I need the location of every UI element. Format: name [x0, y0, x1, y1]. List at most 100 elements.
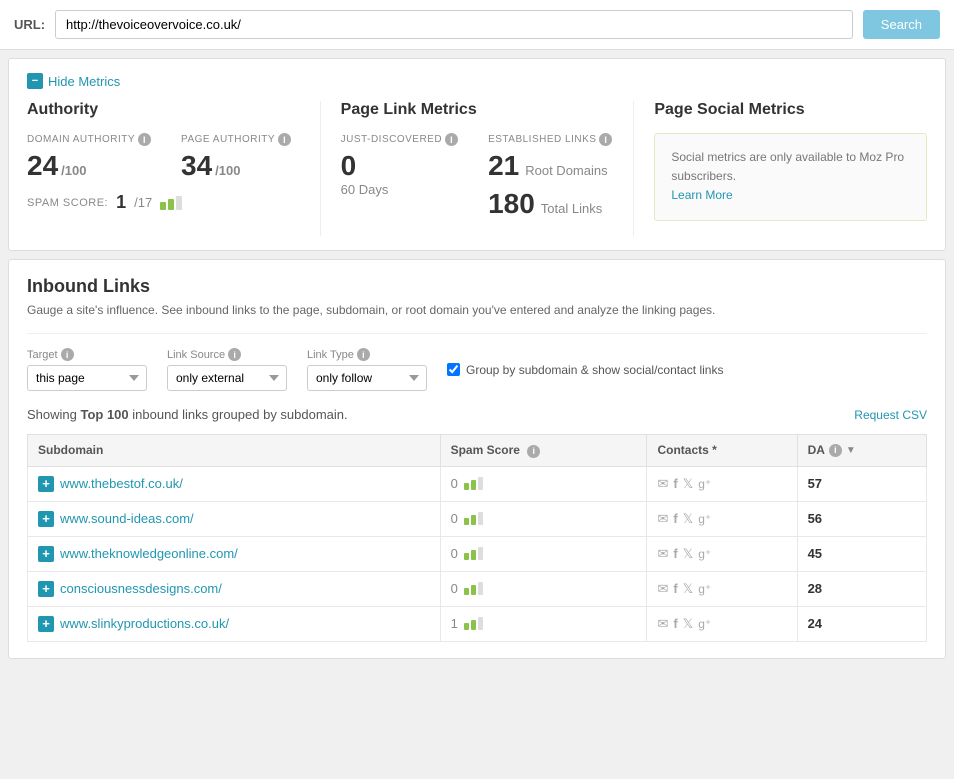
email-icon[interactable]: ✉ [657, 581, 668, 597]
page-social-metrics-title: Page Social Metrics [654, 101, 927, 119]
expand-icon[interactable]: + [38, 546, 54, 562]
target-info-icon[interactable]: i [61, 348, 74, 361]
da-col-info-icon[interactable]: i [829, 444, 842, 457]
mini-bar-1 [464, 588, 469, 595]
minus-icon: − [27, 73, 43, 89]
facebook-icon[interactable]: f [673, 616, 677, 631]
showing-text: Showing Top 100 inbound links grouped by… [27, 407, 348, 422]
page-authority-info-icon[interactable]: i [278, 133, 291, 146]
googleplus-icon[interactable]: g⁺ [698, 582, 711, 596]
email-icon[interactable]: ✉ [657, 511, 668, 527]
da-cell: 24 [797, 606, 926, 641]
expand-icon[interactable]: + [38, 476, 54, 492]
spam-score-cell: 1 [440, 606, 647, 641]
total-links-row: 180 Total Links [488, 188, 612, 220]
facebook-icon[interactable]: f [673, 546, 677, 561]
authority-title: Authority [27, 101, 300, 119]
table-row: + consciousnessdesigns.com/ 0 ✉ f 𝕏 g⁺ 2… [28, 571, 927, 606]
just-discovered-sub: 60 Days [341, 182, 458, 197]
domain-authority-value: 24/100 [27, 150, 151, 182]
subdomain-link[interactable]: www.slinkyproductions.co.uk/ [60, 616, 229, 631]
showing-text-row: Showing Top 100 inbound links grouped by… [27, 407, 927, 422]
inbound-links-panel: Inbound Links Gauge a site's influence. … [8, 259, 946, 659]
email-icon[interactable]: ✉ [657, 546, 668, 562]
googleplus-icon[interactable]: g⁺ [698, 547, 711, 561]
mini-bar-3 [478, 547, 483, 560]
spam-score-col-info-icon[interactable]: i [527, 445, 540, 458]
hide-metrics-button[interactable]: − Hide Metrics [27, 73, 927, 89]
mini-bars [464, 477, 483, 490]
expand-icon[interactable]: + [38, 511, 54, 527]
page-authority: PAGE AUTHORITY i 34/100 [181, 133, 291, 182]
link-metrics-row: JUST-DISCOVERED i 0 60 Days ESTABLISHED … [341, 133, 614, 226]
email-icon[interactable]: ✉ [657, 476, 668, 492]
subdomain-link[interactable]: www.thebestof.co.uk/ [60, 476, 183, 491]
subdomain-link[interactable]: www.sound-ideas.com/ [60, 511, 194, 526]
table-row: + www.slinkyproductions.co.uk/ 1 ✉ f 𝕏 g… [28, 606, 927, 641]
page-authority-label: PAGE AUTHORITY i [181, 133, 291, 146]
domain-authority-info-icon[interactable]: i [138, 133, 151, 146]
spam-score-value: 0 [451, 511, 458, 526]
root-domains-row: 21 Root Domains [488, 150, 612, 182]
mini-bar-2 [471, 480, 476, 490]
da-sort-icon[interactable]: ▼ [846, 445, 856, 456]
spam-suffix: /17 [134, 195, 152, 210]
link-type-filter: Link Type i only follow only nofollow al… [307, 348, 427, 391]
url-input[interactable] [55, 10, 853, 39]
contacts-cell: ✉ f 𝕏 g⁺ [647, 501, 797, 536]
inbound-links-description: Gauge a site's influence. See inbound li… [27, 303, 927, 317]
twitter-icon[interactable]: 𝕏 [683, 616, 693, 632]
link-type-info-icon[interactable]: i [357, 348, 370, 361]
twitter-icon[interactable]: 𝕏 [683, 546, 693, 562]
link-type-select[interactable]: only follow only nofollow all links [307, 365, 427, 391]
da-cell: 57 [797, 466, 926, 501]
metrics-grid: Authority DOMAIN AUTHORITY i 24/100 PAGE… [27, 101, 927, 236]
search-button[interactable]: Search [863, 10, 940, 39]
link-type-label: Link Type i [307, 348, 427, 361]
twitter-icon[interactable]: 𝕏 [683, 476, 693, 492]
da-cell: 56 [797, 501, 926, 536]
facebook-icon[interactable]: f [673, 581, 677, 596]
contacts-cell: ✉ f 𝕏 g⁺ [647, 606, 797, 641]
subdomain-cell: + consciousnessdesigns.com/ [28, 571, 441, 606]
request-csv-link[interactable]: Request CSV [854, 408, 927, 422]
expand-icon[interactable]: + [38, 581, 54, 597]
just-discovered-info-icon[interactable]: i [445, 133, 458, 146]
contacts-cell: ✉ f 𝕏 g⁺ [647, 571, 797, 606]
link-source-filter: Link Source i only external only interna… [167, 348, 287, 391]
established-links-info-icon[interactable]: i [599, 133, 612, 146]
subdomain-cell: + www.theknowledgeonline.com/ [28, 536, 441, 571]
authority-section: Authority DOMAIN AUTHORITY i 24/100 PAGE… [27, 101, 321, 236]
mini-bars [464, 617, 483, 630]
target-select[interactable]: this page this subdomain this root domai… [27, 365, 147, 391]
twitter-icon[interactable]: 𝕏 [683, 581, 693, 597]
googleplus-icon[interactable]: g⁺ [698, 617, 711, 631]
group-by-checkbox[interactable] [447, 363, 460, 376]
subdomain-link[interactable]: consciousnessdesigns.com/ [60, 581, 222, 596]
link-source-select[interactable]: only external only internal all links [167, 365, 287, 391]
page-link-metrics-section: Page Link Metrics JUST-DISCOVERED i 0 60… [341, 101, 635, 236]
expand-icon[interactable]: + [38, 616, 54, 632]
page-authority-value: 34/100 [181, 150, 291, 182]
subdomain-cell: + www.thebestof.co.uk/ [28, 466, 441, 501]
mini-bar-3 [478, 617, 483, 630]
spam-bar-3 [176, 196, 182, 210]
learn-more-link[interactable]: Learn More [671, 188, 732, 202]
facebook-icon[interactable]: f [673, 511, 677, 526]
spam-score-row: SPAM SCORE: 1 /17 [27, 192, 300, 213]
facebook-icon[interactable]: f [673, 476, 677, 491]
established-links: ESTABLISHED LINKS i 21 Root Domains 180 … [488, 133, 612, 226]
table-row: + www.theknowledgeonline.com/ 0 ✉ f 𝕏 g⁺… [28, 536, 927, 571]
googleplus-icon[interactable]: g⁺ [698, 512, 711, 526]
twitter-icon[interactable]: 𝕏 [683, 511, 693, 527]
da-cell: 45 [797, 536, 926, 571]
email-icon[interactable]: ✉ [657, 616, 668, 632]
inbound-links-table: Subdomain Spam Score i Contacts * DA i ▼… [27, 434, 927, 642]
mini-bar-3 [478, 477, 483, 490]
googleplus-icon[interactable]: g⁺ [698, 477, 711, 491]
link-source-info-icon[interactable]: i [228, 348, 241, 361]
col-spam-score: Spam Score i [440, 435, 647, 467]
contacts-cell: ✉ f 𝕏 g⁺ [647, 536, 797, 571]
contacts-cell: ✉ f 𝕏 g⁺ [647, 466, 797, 501]
subdomain-link[interactable]: www.theknowledgeonline.com/ [60, 546, 238, 561]
